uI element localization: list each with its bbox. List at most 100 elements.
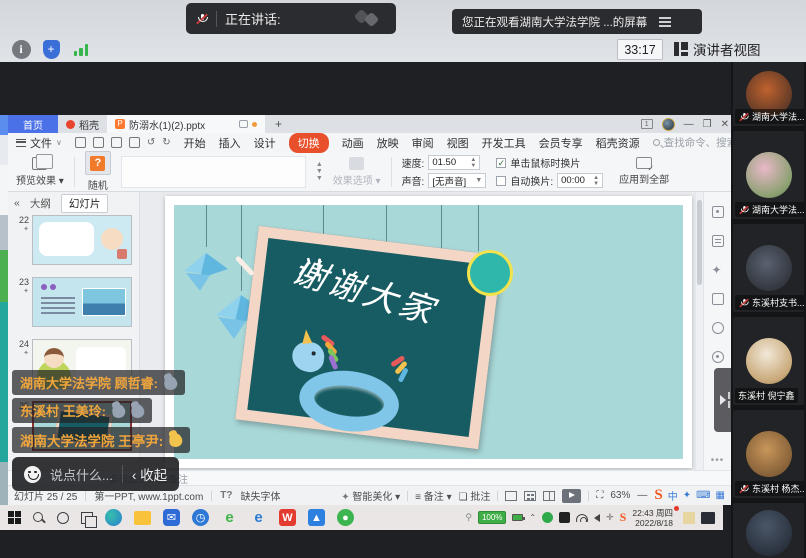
menu-animation[interactable]: 动画 bbox=[342, 135, 364, 151]
missing-font-warning[interactable]: 缺失字体 bbox=[241, 488, 281, 503]
taskbar-search-icon[interactable] bbox=[33, 512, 45, 524]
start-button[interactable] bbox=[8, 511, 21, 524]
sogou-logo-icon[interactable]: S bbox=[654, 487, 662, 504]
tray-expand-icon[interactable]: ⌃ bbox=[529, 513, 536, 522]
animation-pane-icon[interactable] bbox=[712, 235, 724, 247]
close-button[interactable]: ✕ bbox=[721, 119, 729, 130]
minimize-button[interactable]: — bbox=[684, 119, 694, 130]
input-tools-icon[interactable]: ✦ bbox=[683, 490, 691, 501]
participant-tile[interactable] bbox=[733, 503, 804, 558]
sogou-tray-icon[interactable]: S bbox=[620, 510, 627, 525]
smart-beautify-button[interactable]: ✦ 智能美化 ▾ bbox=[341, 488, 400, 503]
zoom-level[interactable]: 63% bbox=[610, 490, 630, 501]
new-tab-button[interactable]: + bbox=[265, 115, 292, 133]
transition-random-button[interactable]: ? 随机 bbox=[85, 151, 111, 192]
tab-outline[interactable]: 大纲 bbox=[30, 196, 51, 211]
undo-icon[interactable]: ↺ bbox=[147, 137, 155, 148]
normal-view-icon[interactable] bbox=[505, 491, 517, 501]
wifi-icon[interactable] bbox=[576, 514, 588, 522]
menu-member[interactable]: 会员专享 bbox=[539, 135, 583, 151]
menu-docer-res[interactable]: 稻壳资源 bbox=[596, 135, 640, 151]
comments-toggle-button[interactable]: ❏ 批注 bbox=[459, 488, 491, 503]
reading-view-icon[interactable] bbox=[543, 491, 555, 501]
wps-app-icon[interactable]: W bbox=[279, 509, 296, 526]
sound-select[interactable]: [无声音]▼ bbox=[428, 173, 486, 188]
participant-tile[interactable]: 东溪村支书... bbox=[733, 224, 804, 312]
more-tools-icon[interactable]: ••• bbox=[711, 455, 725, 466]
tab-docer[interactable]: 稻壳 bbox=[58, 115, 107, 133]
properties-icon[interactable] bbox=[712, 206, 724, 218]
preview-icon[interactable] bbox=[129, 137, 140, 148]
input-skin-icon[interactable]: ▦ bbox=[716, 490, 725, 501]
canvas-scrollbar[interactable] bbox=[695, 192, 703, 470]
effects-icon[interactable]: ✦ bbox=[712, 264, 724, 276]
meeting-app-icon[interactable]: ▲ bbox=[308, 509, 325, 526]
menu-start[interactable]: 开始 bbox=[184, 135, 206, 151]
wechat-app-icon[interactable]: ● bbox=[337, 509, 354, 526]
menu-view[interactable]: 视图 bbox=[447, 135, 469, 151]
slideshow-play-button[interactable] bbox=[562, 489, 581, 503]
speed-input[interactable]: 01.50▲▼ bbox=[428, 155, 480, 170]
participant-tile[interactable]: 东溪村 杨杰... bbox=[733, 410, 804, 498]
restore-button[interactable]: ❐ bbox=[703, 119, 712, 130]
security-button[interactable]: + bbox=[40, 38, 62, 60]
layout-pane-icon[interactable] bbox=[712, 293, 724, 305]
input-keyboard-icon[interactable]: ⌨ bbox=[696, 490, 710, 501]
network-quality-button[interactable] bbox=[70, 38, 92, 60]
account-avatar[interactable] bbox=[662, 118, 675, 131]
browser-icon[interactable]: e bbox=[250, 509, 267, 526]
slide-25[interactable]: 谢谢大家 bbox=[165, 196, 692, 468]
move-tool-icon[interactable]: ✛ bbox=[606, 512, 614, 523]
redo-icon[interactable]: ↻ bbox=[162, 137, 170, 148]
participant-tile[interactable]: 湖南大学法... bbox=[733, 62, 804, 126]
on-click-checkbox[interactable]: ✓ bbox=[496, 158, 506, 168]
help-icon[interactable] bbox=[712, 351, 724, 363]
notes-toggle-button[interactable]: ≡ 备注 ▾ bbox=[415, 488, 451, 503]
chat-input[interactable]: 说点什么... bbox=[50, 465, 113, 484]
slide-canvas[interactable]: 谢谢大家 bbox=[140, 192, 703, 470]
slide-sorter-icon[interactable] bbox=[524, 491, 536, 501]
transition-gallery[interactable] bbox=[121, 156, 306, 188]
menu-developer[interactable]: 开发工具 bbox=[482, 135, 526, 151]
menu-review[interactable]: 审阅 bbox=[412, 135, 434, 151]
history-icon[interactable] bbox=[712, 322, 724, 334]
auto-advance-input[interactable]: 00:00▲▼ bbox=[557, 173, 603, 188]
panel-collapse-button[interactable]: « bbox=[14, 197, 20, 209]
fit-zoom-icon[interactable]: ⛶ bbox=[596, 490, 603, 501]
360-safe-icon[interactable] bbox=[542, 512, 553, 523]
menu-insert[interactable]: 插入 bbox=[219, 135, 241, 151]
participant-tile[interactable]: 湖南大学法... bbox=[733, 131, 804, 219]
preview-effect-button[interactable]: 预览效果 ▾ bbox=[16, 157, 64, 187]
open-icon[interactable] bbox=[75, 137, 86, 148]
gallery-scroll-buttons[interactable]: ▲▼▼ bbox=[316, 161, 323, 182]
task-view-icon[interactable] bbox=[81, 512, 93, 524]
zoom-out-button[interactable]: — bbox=[637, 490, 647, 501]
slide-thumbnail-22[interactable]: 22✦ bbox=[12, 215, 132, 265]
tab-home[interactable]: 首页 bbox=[8, 115, 58, 133]
menu-design[interactable]: 设计 bbox=[254, 135, 276, 151]
mail-app-icon[interactable]: ✉ bbox=[163, 509, 180, 526]
window-doc-badge-icon[interactable]: 1 bbox=[641, 119, 653, 129]
sidebar-collapse-handle[interactable] bbox=[714, 368, 731, 432]
input-mode-icon[interactable]: 中 bbox=[668, 488, 678, 503]
edge-browser-icon[interactable] bbox=[105, 509, 122, 526]
auto-advance-checkbox[interactable] bbox=[496, 176, 506, 186]
emoji-picker-icon[interactable] bbox=[24, 466, 41, 483]
file-explorer-icon[interactable] bbox=[134, 511, 151, 525]
menu-icon[interactable] bbox=[659, 17, 671, 27]
effect-options-button[interactable]: 效果选项 ▾ bbox=[333, 157, 381, 187]
tab-slides[interactable]: 幻灯片 bbox=[61, 194, 109, 213]
volume-icon[interactable] bbox=[594, 514, 600, 522]
participant-tile[interactable]: 东溪村 倪宁鑫 bbox=[733, 317, 804, 405]
ie-browser-icon[interactable]: e bbox=[221, 509, 238, 526]
save-icon[interactable] bbox=[93, 137, 104, 148]
menu-transitions[interactable]: 切换 bbox=[289, 133, 329, 153]
info-button[interactable]: i bbox=[10, 38, 32, 60]
print-icon[interactable] bbox=[111, 137, 122, 148]
menu-slideshow[interactable]: 放映 bbox=[377, 135, 399, 151]
watching-banner[interactable]: 您正在观看湖南大学法学院 ...的屏幕 bbox=[452, 9, 702, 34]
clock-app-icon[interactable]: ◷ bbox=[192, 509, 209, 526]
notification-center-icon[interactable] bbox=[701, 512, 715, 524]
slide-thumbnail-23[interactable]: 23✦ bbox=[12, 277, 132, 327]
camera-tray-icon[interactable] bbox=[559, 512, 570, 523]
